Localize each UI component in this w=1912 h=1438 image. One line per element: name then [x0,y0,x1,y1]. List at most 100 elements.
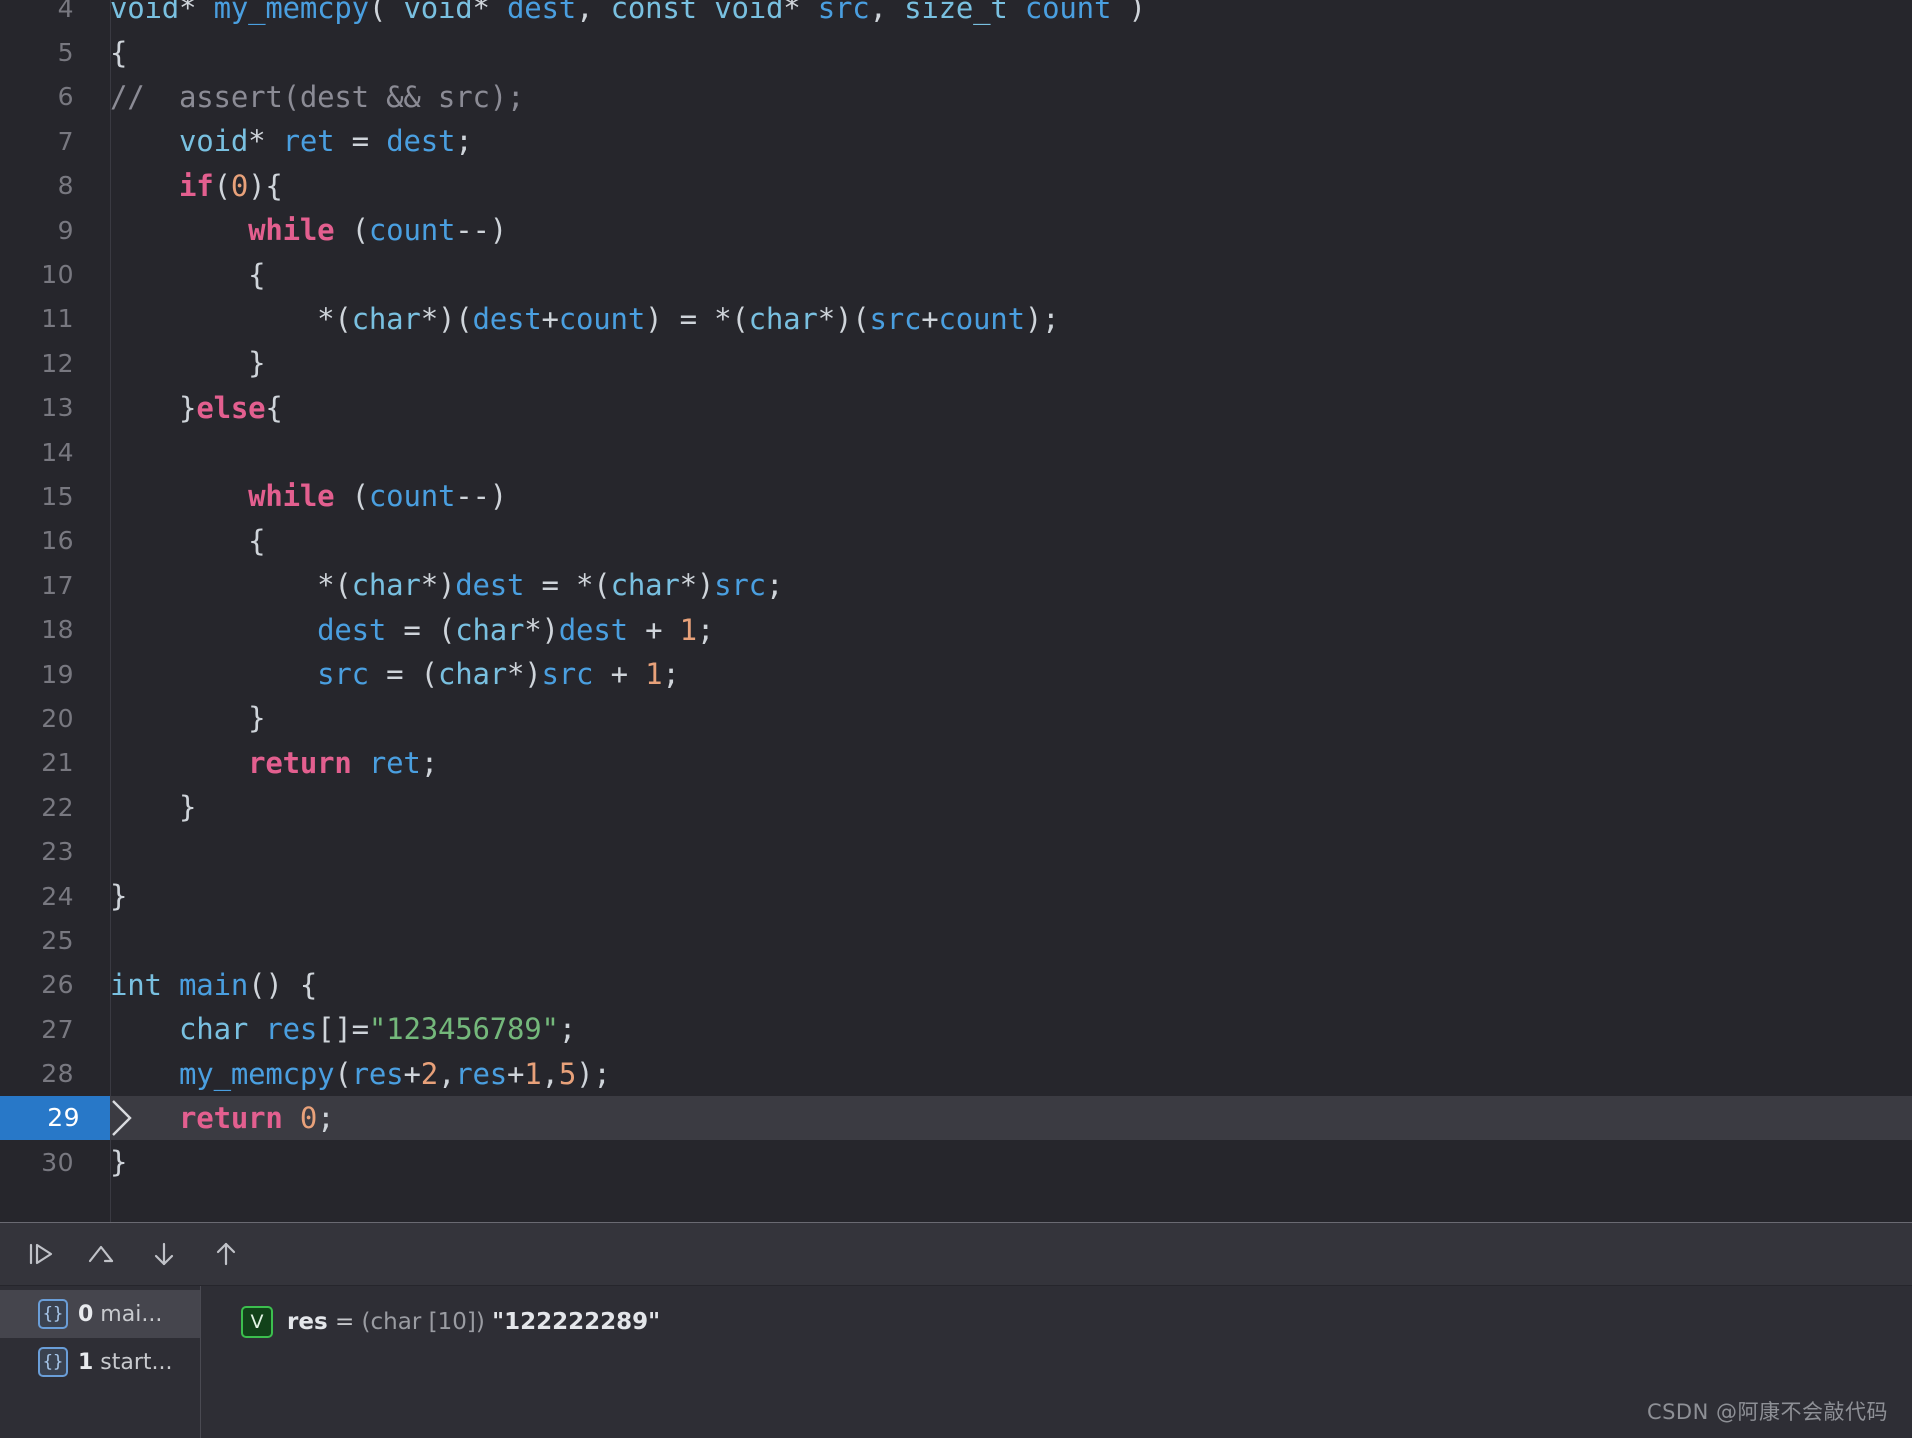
token-punct: } [110,346,266,381]
code-line-text: return 0; [110,1101,335,1135]
code-line[interactable]: 29 return 0; [0,1095,1912,1141]
line-number[interactable]: 25 [0,926,92,955]
code-line[interactable]: 25 [0,918,1912,962]
line-number[interactable]: 15 [0,482,92,511]
stack-frame-label: 0 mai... [78,1301,163,1327]
code-line[interactable]: 23 [0,829,1912,873]
token-punct: *) [524,612,559,647]
code-line[interactable]: 12 } [0,341,1912,385]
variable-row[interactable]: Vres = (char [10]) "122222289" [241,1302,1912,1342]
line-number[interactable]: 26 [0,970,92,999]
code-lines[interactable]: 4 void* my_memcpy( void* dest, const void… [0,0,1912,1185]
line-number[interactable]: 20 [0,704,92,733]
call-stack-frames-list[interactable]: {} 0 mai... {} 1 start... [0,1286,201,1438]
code-line[interactable]: 17 *(char*)dest = *(char*)src; [0,563,1912,607]
code-line[interactable]: 11 *(char*)(dest+count) = *(char*)(src+c… [0,297,1912,341]
step-return-icon[interactable] [78,1232,126,1276]
token-punct [352,746,369,780]
line-number[interactable]: 4 [0,0,92,23]
code-line[interactable]: 28 my_memcpy(res+2,res+1,5); [0,1051,1912,1095]
token-kw: while [248,479,335,514]
line-number[interactable]: 5 [0,38,92,67]
token-punct: , [437,1056,456,1091]
line-number[interactable]: 22 [0,793,92,822]
line-number[interactable]: 21 [0,748,92,777]
line-number[interactable]: 14 [0,438,92,467]
code-line[interactable]: 16 { [0,519,1912,563]
code-line[interactable]: 13 }else{ [0,386,1912,430]
stack-frame-row[interactable]: {} 0 mai... [0,1290,200,1338]
token-punct: ; [420,745,438,780]
code-line[interactable]: 8 if(0){ [0,164,1912,208]
token-punct: ) = *( [645,301,749,336]
line-number[interactable]: 27 [0,1015,92,1044]
line-number[interactable]: 13 [0,393,92,422]
code-line[interactable]: 22 } [0,785,1912,829]
line-number[interactable]: 19 [0,660,92,689]
line-number[interactable]: 9 [0,216,92,245]
code-line[interactable]: 4 void* my_memcpy( void* dest, const void… [0,0,1912,30]
token-var: dest [558,612,628,647]
line-number[interactable]: 8 [0,171,92,200]
token-num: 2 [420,1056,438,1091]
code-line[interactable]: 18 dest = (char*)dest + 1; [0,607,1912,651]
token-type: void [714,0,784,26]
token-punct: *) [507,657,542,692]
line-number[interactable]: 24 [0,882,92,911]
step-into-icon[interactable] [140,1232,188,1276]
line-number[interactable]: 17 [0,571,92,600]
code-line[interactable]: 9 while (count--) [0,208,1912,252]
line-number[interactable]: 6 [0,82,92,111]
token-kw: else [196,390,266,425]
code-line[interactable]: 27 char res[]="123456789"; [0,1007,1912,1051]
token-punct: ( [334,1056,352,1091]
step-out-icon[interactable] [202,1232,250,1276]
stack-frame-row[interactable]: {} 1 start... [0,1338,200,1386]
token-var: res [351,1056,404,1091]
line-number[interactable]: 12 [0,349,92,378]
code-line[interactable]: 26 int main() { [0,963,1912,1007]
token-punct: * [472,0,508,26]
token-punct: *) [420,568,456,603]
code-editor[interactable]: 4 void* my_memcpy( void* dest, const void… [0,0,1912,1222]
code-line[interactable]: 6 // assert(dest && src); [0,75,1912,119]
line-number[interactable]: 18 [0,615,92,644]
line-number[interactable]: 23 [0,837,92,866]
token-punct: } [110,701,266,736]
token-punct [283,1101,300,1135]
line-number[interactable]: 29 [0,1095,110,1141]
token-punct: []= [317,1012,369,1047]
line-number[interactable]: 28 [0,1059,92,1088]
code-line[interactable]: 14 [0,430,1912,474]
code-line[interactable]: 10 { [0,252,1912,296]
line-number[interactable]: 30 [0,1148,92,1177]
token-type: void [403,0,473,26]
code-line[interactable]: 24} [0,874,1912,918]
token-punct: ( [334,479,369,514]
code-line[interactable]: 30} [0,1140,1912,1184]
token-var: dest [472,301,542,336]
code-line[interactable]: 21 return ret; [0,741,1912,785]
line-number[interactable]: 11 [0,304,92,333]
code-line[interactable]: 20 } [0,696,1912,740]
token-var: count [558,301,646,336]
token-punct: } [110,1145,128,1180]
token-punct: = ( [368,657,438,692]
line-number[interactable]: 10 [0,260,92,289]
code-line[interactable]: 19 src = (char*)src + 1; [0,652,1912,696]
code-line[interactable]: 7 void* ret = dest; [0,119,1912,163]
token-var: count [368,479,456,514]
step-over-icon[interactable] [16,1232,64,1276]
token-punct: ; [558,1012,577,1047]
line-number[interactable]: 7 [0,127,92,156]
token-punct: + [403,1056,421,1091]
code-line[interactable]: 15 while (count--) [0,474,1912,518]
token-punct: ( [213,168,231,203]
code-line[interactable]: 5{ [0,30,1912,74]
code-line-text: } [92,1145,127,1179]
token-punct: } [110,790,197,825]
token-type: char [748,301,818,336]
line-number[interactable]: 16 [0,526,92,555]
